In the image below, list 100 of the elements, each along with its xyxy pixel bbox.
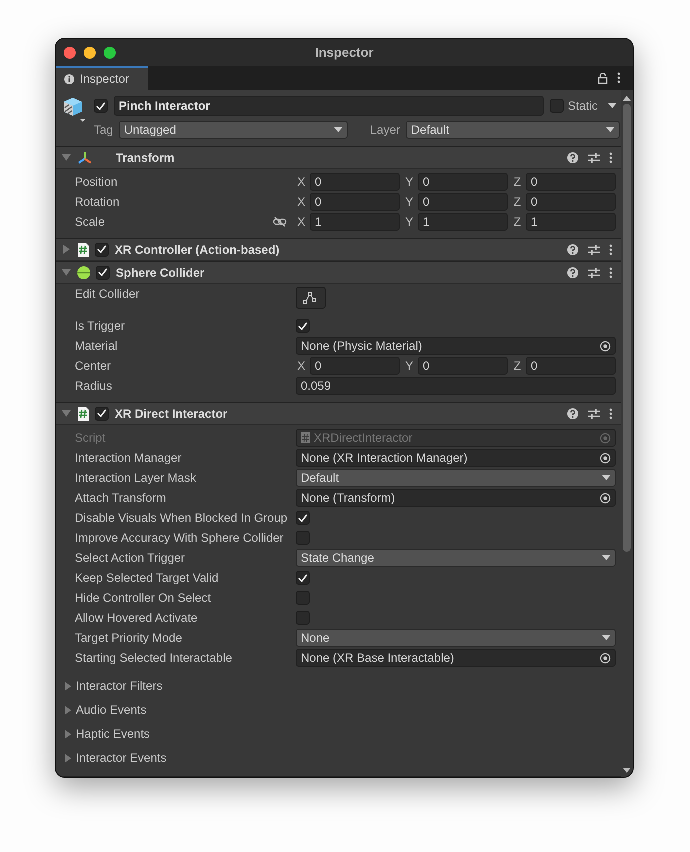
foldout-arrow-icon[interactable] [62, 153, 71, 162]
presets-sliders-icon[interactable] [588, 266, 600, 278]
presets-sliders-icon[interactable] [588, 152, 600, 164]
tag-dropdown[interactable]: Untagged [119, 121, 348, 139]
component-header[interactable]: Transform [56, 147, 621, 169]
lock-icon[interactable] [598, 72, 608, 84]
number-field[interactable]: 0 [526, 357, 616, 375]
object-field[interactable]: None (Physic Material) [296, 337, 616, 355]
scrollbar[interactable] [621, 90, 633, 777]
number-field[interactable]: 1 [526, 213, 616, 231]
layer-label: Layer [370, 123, 400, 137]
dropdown[interactable]: State Change [296, 549, 616, 567]
property-label: Target Priority Mode [75, 631, 182, 645]
chain-link-icon[interactable] [273, 217, 287, 227]
help-icon[interactable] [567, 408, 579, 420]
inspector-tab[interactable]: Inspector [56, 66, 148, 90]
checkbox[interactable] [296, 571, 310, 585]
component-header[interactable]: XR Direct Interactor [56, 403, 621, 425]
more-options-icon[interactable] [609, 266, 613, 278]
axis-label: Z [512, 215, 522, 229]
number-field[interactable]: 1 [310, 213, 400, 231]
close-button[interactable] [64, 46, 76, 58]
component-enabled-checkbox[interactable] [95, 242, 109, 256]
number-field[interactable]: 1 [418, 213, 508, 231]
foldout-section[interactable]: Interactor Events [56, 746, 621, 770]
scroll-down-icon[interactable] [623, 768, 631, 773]
scroll-up-icon[interactable] [623, 96, 631, 101]
property-label: Improve Accuracy With Sphere Collider [75, 531, 284, 545]
dropdown[interactable]: Default [296, 469, 616, 487]
property-label: Keep Selected Target Valid [75, 571, 219, 585]
number-field[interactable]: 0 [526, 173, 616, 191]
component-header[interactable]: Sphere Collider [56, 262, 621, 284]
dropdown-arrow-icon[interactable] [608, 103, 617, 109]
foldout-arrow-icon[interactable] [62, 268, 71, 277]
number-field[interactable]: 0 [418, 193, 508, 211]
axis-label: Z [512, 175, 522, 189]
property-label: Interaction Manager [75, 451, 182, 465]
component-title: XR Direct Interactor [115, 406, 228, 420]
checkbox[interactable] [296, 319, 310, 333]
number-field[interactable]: 0 [418, 357, 508, 375]
name-field[interactable]: Pinch Interactor [114, 96, 544, 116]
dropdown-arrow-icon [334, 127, 344, 133]
checkbox[interactable] [296, 511, 310, 525]
axis-label: X [296, 195, 306, 209]
foldout-section[interactable]: Audio Events [56, 698, 621, 722]
static-checkbox[interactable] [550, 99, 564, 113]
tag-label: Tag [94, 123, 114, 137]
axis-label: Y [404, 215, 414, 229]
object-field[interactable]: None (Transform) [296, 489, 616, 507]
number-field[interactable]: 0 [418, 173, 508, 191]
foldout-section[interactable]: Haptic Events [56, 722, 621, 746]
property-label: Script [75, 431, 106, 445]
axis-label: Z [512, 195, 522, 209]
minimize-button[interactable] [84, 46, 96, 58]
foldout-section[interactable]: Interactor Filters [56, 674, 621, 698]
number-field[interactable]: 0 [310, 357, 400, 375]
presets-sliders-icon[interactable] [588, 408, 600, 420]
axis-label: Y [404, 175, 414, 189]
number-field[interactable]: 0 [526, 193, 616, 211]
property-label: Rotation [75, 195, 120, 209]
more-options-icon[interactable] [609, 408, 613, 420]
number-field[interactable]: 0 [310, 193, 400, 211]
zoom-button[interactable] [104, 46, 116, 58]
help-icon[interactable] [567, 244, 579, 256]
sphere-collider-icon [77, 266, 91, 280]
axis-label: Z [512, 359, 522, 373]
more-options-icon[interactable] [609, 244, 613, 256]
presets-sliders-icon[interactable] [588, 244, 600, 256]
object-field[interactable]: None (XR Interaction Manager) [296, 449, 616, 467]
checkbox[interactable] [296, 591, 310, 605]
dropdown-arrow-icon [602, 635, 611, 641]
window-title: Inspector [315, 45, 374, 60]
transform-axes-icon [77, 150, 93, 164]
component-enabled-checkbox[interactable] [96, 266, 110, 280]
foldout-arrow-icon[interactable] [62, 245, 71, 254]
more-options-icon[interactable] [617, 72, 621, 84]
object-field[interactable]: None (XR Base Interactable) [296, 649, 616, 667]
help-icon[interactable] [567, 152, 579, 164]
dropdown[interactable]: None [296, 629, 616, 647]
property-label: Interaction Layer Mask [75, 471, 196, 485]
property-label: Material [75, 339, 118, 353]
foldout-arrow-icon[interactable] [62, 409, 71, 418]
help-icon[interactable] [567, 266, 579, 278]
number-field[interactable]: 0 [310, 173, 400, 191]
property-label: Is Trigger [75, 319, 126, 333]
axis-label: Y [404, 195, 414, 209]
active-checkbox[interactable] [94, 99, 108, 113]
axis-label: X [296, 215, 306, 229]
property-label: Attach Transform [75, 491, 166, 505]
polygon-nodes-icon [303, 291, 319, 305]
component-enabled-checkbox[interactable] [95, 406, 109, 420]
component-header[interactable]: XR Controller (Action-based) [56, 239, 621, 261]
checkbox[interactable] [296, 531, 310, 545]
property-label: Allow Hovered Activate [75, 611, 198, 625]
layer-dropdown[interactable]: Default [406, 121, 620, 139]
edit-collider-button[interactable] [296, 287, 326, 309]
number-field[interactable]: 0.059 [296, 377, 616, 395]
checkbox[interactable] [296, 611, 310, 625]
property-label: Radius [75, 379, 112, 393]
more-options-icon[interactable] [609, 152, 613, 164]
